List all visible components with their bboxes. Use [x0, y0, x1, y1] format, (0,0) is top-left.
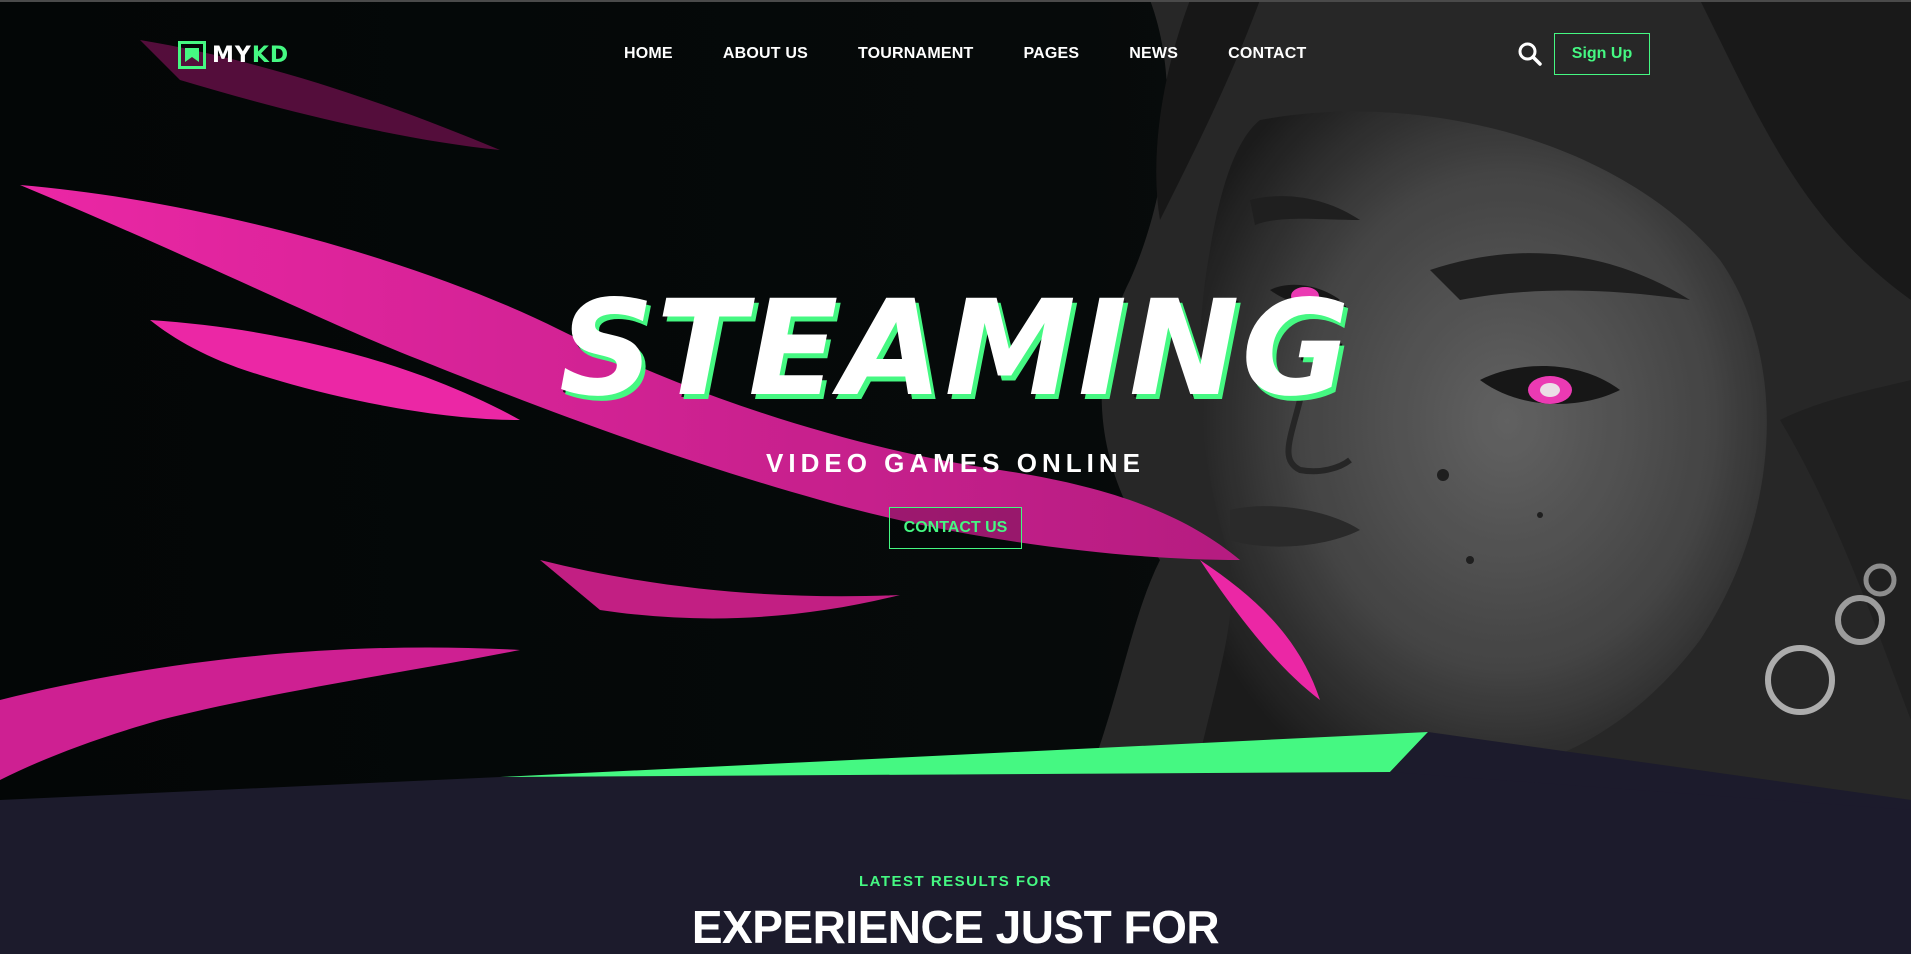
site-header: MYKD HOME ABOUT US TOURNAMENT PAGES NEWS…	[0, 0, 1911, 108]
nav-item-news[interactable]: NEWS	[1129, 43, 1178, 65]
contact-us-button[interactable]: CONTACT US	[889, 507, 1022, 549]
hero-divider-shape	[0, 732, 1911, 810]
logo-main: MY	[212, 42, 252, 68]
sign-up-button[interactable]: Sign Up	[1554, 33, 1650, 75]
logo-accent: KD	[251, 42, 290, 68]
nav-item-pages[interactable]: PAGES	[1023, 43, 1079, 65]
section-title: EXPERIENCE JUST FOR	[691, 901, 1220, 953]
latest-results-section: LATEST RESULTS FOR EXPERIENCE JUST FOR	[0, 800, 1911, 954]
logo-icon	[178, 41, 206, 69]
logo-text: MYKD	[212, 43, 289, 68]
search-button[interactable]	[1516, 40, 1544, 68]
search-icon	[1518, 42, 1542, 66]
nav-item-home[interactable]: HOME	[624, 43, 673, 65]
nav-item-about-us[interactable]: ABOUT US	[723, 43, 808, 65]
site-logo[interactable]: MYKD	[178, 40, 289, 70]
section-kicker: LATEST RESULTS FOR	[858, 873, 1053, 890]
nav-item-contact[interactable]: CONTACT	[1228, 43, 1306, 65]
hero-title: STEAMING	[559, 272, 1352, 426]
hero-subtitle: VIDEO GAMES ONLINE	[766, 448, 1145, 478]
main-nav: HOME ABOUT US TOURNAMENT PAGES NEWS CONT…	[624, 43, 1307, 65]
nav-item-tournament[interactable]: TOURNAMENT	[858, 43, 973, 65]
